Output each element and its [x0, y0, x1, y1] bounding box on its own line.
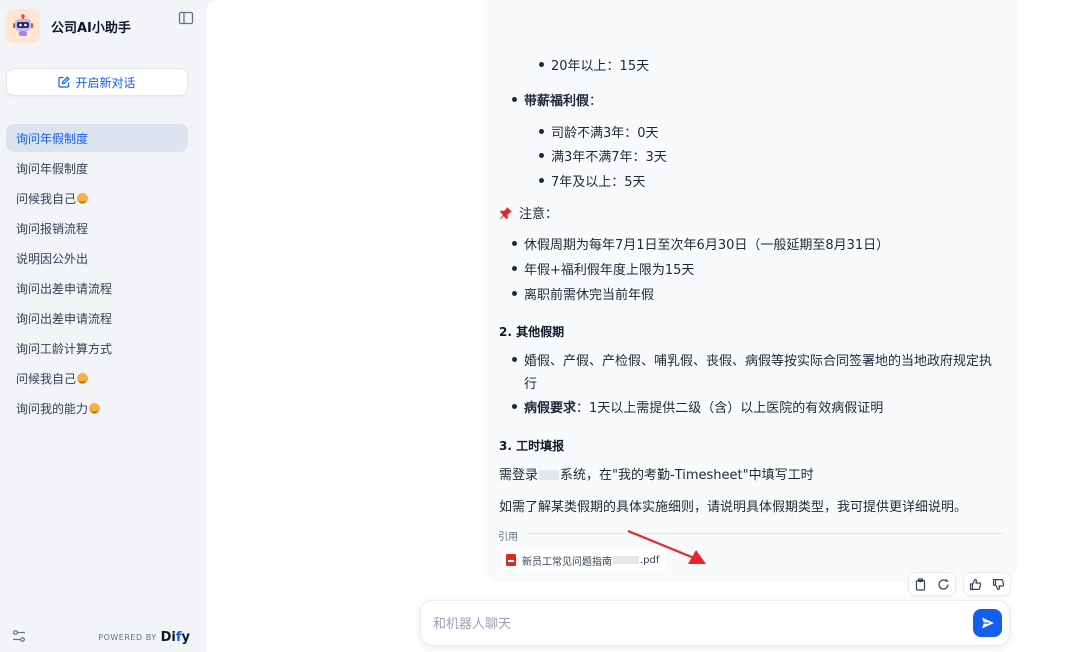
sidebar: 公司AI小助手 开启新对话 询问年假制度 询问年假制度 问候我自己 询问报销流程… [0, 0, 206, 652]
list-item: 病假要求：1天以上需提供二级（含）以上医院的有效病假证明 [511, 397, 883, 416]
list-item: 满3年不满7年：3天 [539, 146, 667, 165]
conversation-list: 询问年假制度 询问年假制度 问候我自己 询问报销流程 说明因公外出 询问出差申请… [6, 124, 188, 424]
timesheet-note: 需登录 系统，在"我的考勤-Timesheet"中填写工时 [499, 468, 814, 483]
edit-icon [58, 76, 71, 88]
conversation-item[interactable]: 询问年假制度 [6, 124, 188, 152]
list-item: 婚假、产假、产检假、哺乳假、丧假、病假等按实际合同签署地的当地政府规定执 [511, 350, 992, 369]
smile-emoji-icon [89, 402, 101, 414]
thumbs-up-icon[interactable] [964, 573, 987, 595]
chat-input-box [420, 600, 1010, 646]
bot-answer-card: 20年以上：15天 带薪福利假： 司龄不满3年：0天 满3年不满7年：3天 7年… [484, 0, 1018, 582]
pushpin-icon [500, 207, 512, 219]
send-icon [981, 617, 994, 629]
list-item: 年假+福利假年度上限为15天 [511, 259, 694, 278]
citation-label: 引用 [498, 532, 518, 543]
redacted-block [539, 470, 560, 480]
list-item-continuation: 行 [524, 377, 538, 392]
chat-input[interactable] [433, 613, 933, 635]
app-title: 公司AI小助手 [51, 20, 131, 36]
copy-icon[interactable] [909, 573, 932, 595]
section-heading: 2. 其他假期 [499, 325, 565, 339]
closing-text: 如需了解某类假期的具体实施细则，请说明具体假期类型，我可提供更详细说明。 [499, 500, 968, 515]
list-item: 休假周期为每年7月1日至次年6月30日（一般延期至8月31日） [511, 234, 889, 253]
regenerate-icon[interactable] [932, 573, 955, 595]
conversation-item[interactable]: 询问出差申请流程 [6, 304, 188, 332]
conversation-item[interactable]: 问候我自己 [6, 364, 188, 392]
smile-emoji-icon [77, 372, 89, 384]
chat-panel: 20年以上：15天 带薪福利假： 司龄不满3年：0天 满3年不满7年：3天 7年… [206, 0, 1080, 652]
list-item: 带薪福利假： [511, 90, 602, 109]
send-button[interactable] [973, 609, 1002, 637]
feedback-bar [963, 572, 1011, 596]
new-chat-label: 开启新对话 [75, 75, 136, 90]
conversation-item[interactable]: 询问我的能力 [6, 394, 188, 422]
list-item: 离职前需休完当前年假 [511, 284, 654, 303]
conversation-item[interactable]: 询问工龄计算方式 [6, 334, 188, 362]
conversation-item[interactable]: 问候我自己 [6, 184, 188, 212]
list-item: 司龄不满3年：0天 [539, 122, 659, 141]
brand-header: 公司AI小助手 [6, 8, 196, 44]
powered-by-label: POWERED BY [98, 632, 157, 642]
pdf-file-icon [506, 554, 516, 566]
robot-avatar-icon [6, 9, 40, 43]
conversation-item[interactable]: 说明因公外出 [6, 244, 188, 272]
conversation-item[interactable]: 询问出差申请流程 [6, 274, 188, 302]
citation-divider [528, 533, 1004, 534]
message-operation-bar [908, 572, 956, 596]
conversation-item[interactable]: 询问年假制度 [6, 154, 188, 182]
new-chat-button[interactable]: 开启新对话 [6, 68, 188, 96]
section-heading: 3. 工时填报 [499, 439, 565, 453]
sidebar-footer: POWERED BY Dify [12, 628, 190, 647]
list-item: 20年以上：15天 [538, 55, 649, 74]
thumbs-down-icon[interactable] [987, 573, 1010, 595]
annotation-arrow-icon [627, 529, 706, 564]
conversation-item[interactable]: 询问报销流程 [6, 214, 188, 242]
powered-by: POWERED BY Dify [98, 630, 190, 645]
settings-sliders-icon[interactable] [12, 628, 26, 647]
smile-emoji-icon [77, 192, 89, 204]
dify-logo: Dify [160, 629, 190, 645]
list-item: 7年及以上：5天 [539, 171, 646, 190]
notice-line: 注意： [499, 203, 558, 222]
sidebar-collapse-icon[interactable] [178, 10, 194, 26]
